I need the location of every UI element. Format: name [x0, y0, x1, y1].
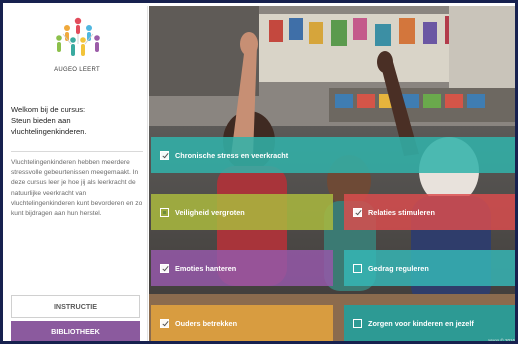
completed-checkbox-icon	[160, 263, 169, 273]
module-tile-relaties[interactable]: Relaties stimuleren	[344, 194, 515, 230]
module-tile-gedrag[interactable]: Gedrag reguleren	[344, 250, 515, 286]
module-tile-chronische-stress[interactable]: Chronische stress en veerkracht	[151, 137, 515, 173]
module-label: Zorgen voor kinderen en jezelf	[368, 318, 474, 328]
classroom-photo-area: Chronische stress en veerkracht Veilighe…	[149, 6, 515, 343]
welcome-line-2: Steun bieden aan	[11, 116, 71, 126]
logo-figures-icon	[56, 17, 100, 56]
module-label: Chronische stress en veerkracht	[175, 150, 289, 160]
classroom-photo	[149, 6, 515, 341]
module-label: Veiligheid vergroten	[175, 207, 245, 217]
module-tile-ouders[interactable]: Ouders betrekken	[151, 305, 333, 341]
course-description: Vluchtelingenkinderen hebben meerdere st…	[11, 159, 143, 218]
app-frame: AUGEO LEERT Welkom bij de cursus: Steun …	[0, 0, 518, 344]
welcome-line-3: vluchtelingenkinderen.	[11, 127, 87, 137]
brand-name: AUGEO LEERT	[54, 67, 100, 73]
completed-checkbox-icon	[160, 318, 169, 328]
sidebar: AUGEO LEERT Welkom bij de cursus: Steun …	[6, 6, 148, 341]
module-label: Relaties stimuleren	[368, 207, 435, 217]
in-progress-checkbox-icon	[160, 207, 169, 217]
bibliotheek-button[interactable]: BIBLIOTHEEK	[11, 321, 140, 341]
module-tile-zorgen[interactable]: Zorgen voor kinderen en jezelf	[344, 305, 515, 341]
divider	[11, 151, 143, 152]
welcome-heading: Welkom bij de cursus: Steun bieden aan v…	[11, 104, 145, 138]
module-tile-veiligheid[interactable]: Veiligheid vergroten	[151, 194, 333, 230]
empty-checkbox-icon	[353, 263, 362, 273]
augeo-logo	[56, 17, 100, 56]
completed-checkbox-icon	[353, 207, 362, 217]
photo-credit: Hugo © 2016	[488, 338, 515, 343]
instructie-button[interactable]: INSTRUCTIE	[11, 295, 140, 318]
completed-checkbox-icon	[160, 150, 169, 160]
welcome-line-1: Welkom bij de cursus:	[11, 105, 86, 114]
module-label: Gedrag reguleren	[368, 263, 429, 273]
module-tile-emoties[interactable]: Emoties hanteren	[151, 250, 333, 286]
module-label: Emoties hanteren	[175, 263, 237, 273]
empty-checkbox-icon	[353, 318, 362, 328]
module-label: Ouders betrekken	[175, 318, 238, 328]
